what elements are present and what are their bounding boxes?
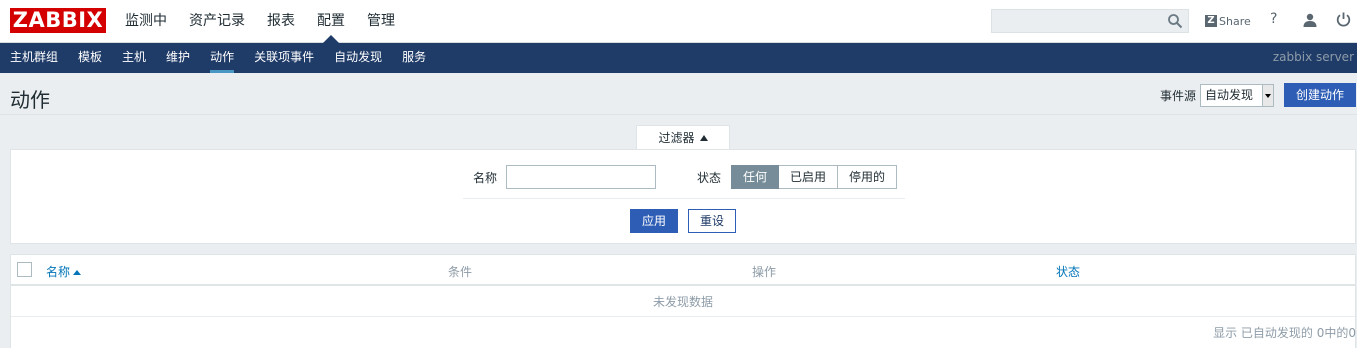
filter-status-segmented: 任何 已启用 停用的 — [731, 165, 897, 189]
filter-name-input[interactable] — [506, 165, 656, 189]
top-bar: ZABBIX 监测中 资产记录 报表 配置 管理 Z Share ? — [0, 0, 1357, 43]
filter-name-label: 名称 — [473, 171, 498, 185]
column-conditions-header: 条件 — [448, 265, 473, 279]
column-name-header[interactable]: 名称 — [46, 263, 82, 280]
filter-status-label: 状态 — [697, 171, 722, 185]
sub-menu-maintenance[interactable]: 维护 — [156, 43, 200, 73]
filter-tab[interactable]: 过滤器 — [636, 125, 730, 150]
header-controls: 事件源 自动发现 创建动作 — [1160, 83, 1356, 107]
page-title: 动作 — [10, 88, 50, 112]
apply-button[interactable]: 应用 — [630, 209, 678, 233]
zabbix-share-icon: Z — [1205, 15, 1217, 27]
filter-panel: 名称 状态 任何 已启用 停用的 应用 重设 — [10, 149, 1356, 244]
zabbix-logo[interactable]: ZABBIX — [10, 8, 106, 33]
sub-menu-host-groups[interactable]: 主机群组 — [0, 43, 68, 73]
status-option-any[interactable]: 任何 — [731, 165, 779, 189]
select-all-checkbox[interactable] — [17, 262, 32, 277]
dropdown-arrow-icon — [1262, 84, 1273, 106]
main-menu-administration[interactable]: 管理 — [356, 0, 406, 43]
server-name: zabbix server — [1272, 50, 1354, 64]
search-icon[interactable] — [1167, 13, 1183, 29]
sub-menu-actions[interactable]: 动作 — [200, 43, 244, 73]
table-header: 名称 条件 操作 状态 — [11, 255, 1355, 286]
main-menu-reports[interactable]: 报表 — [256, 0, 306, 43]
create-action-button[interactable]: 创建动作 — [1284, 83, 1356, 107]
column-name-label: 名称 — [46, 265, 71, 279]
status-option-enabled[interactable]: 已启用 — [779, 165, 838, 189]
help-icon[interactable]: ? — [1270, 11, 1277, 27]
sub-menu-templates[interactable]: 模板 — [68, 43, 112, 73]
header-divider — [0, 114, 1357, 115]
filter-divider — [463, 198, 905, 199]
actions-table: 名称 条件 操作 状态 未发现数据 显示 已自动发现的 0中的0 — [10, 254, 1356, 348]
share-link[interactable]: Z Share — [1205, 14, 1251, 28]
event-source-label: 事件源 — [1159, 88, 1196, 103]
user-profile-icon[interactable] — [1303, 13, 1317, 27]
empty-table-message: 未发现数据 — [11, 288, 1355, 317]
event-source-select[interactable]: 自动发现 — [1200, 83, 1274, 107]
main-menu: 监测中 资产记录 报表 配置 管理 — [114, 0, 406, 43]
column-operations-header: 操作 — [752, 265, 777, 279]
sort-ascending-icon — [73, 270, 82, 275]
main-menu-monitoring[interactable]: 监测中 — [114, 0, 178, 43]
main-menu-inventory[interactable]: 资产记录 — [178, 0, 256, 43]
sub-menu-hosts[interactable]: 主机 — [112, 43, 156, 73]
sub-menu-bar: 主机群组 模板 主机 维护 动作 关联项事件 自动发现 服务 zabbix se… — [0, 43, 1357, 73]
sub-menu: 主机群组 模板 主机 维护 动作 关联项事件 自动发现 服务 — [0, 43, 436, 73]
sub-menu-discovery[interactable]: 自动发现 — [324, 43, 392, 73]
collapse-up-icon — [699, 135, 708, 141]
filter-tab-label: 过滤器 — [658, 131, 695, 145]
column-status-header[interactable]: 状态 — [1056, 263, 1080, 280]
sub-menu-services[interactable]: 服务 — [392, 43, 436, 73]
reset-button[interactable]: 重设 — [688, 209, 736, 233]
main-menu-configuration[interactable]: 配置 — [306, 0, 356, 43]
paging-summary: 显示 已自动发现的 0中的0 — [1213, 326, 1356, 340]
sub-menu-event-correlation[interactable]: 关联项事件 — [244, 43, 324, 73]
status-option-disabled[interactable]: 停用的 — [838, 165, 897, 189]
event-source-value: 自动发现 — [1205, 87, 1254, 102]
search-input[interactable] — [991, 9, 1189, 33]
sign-out-icon[interactable] — [1336, 12, 1351, 27]
share-label: Share — [1219, 14, 1251, 28]
